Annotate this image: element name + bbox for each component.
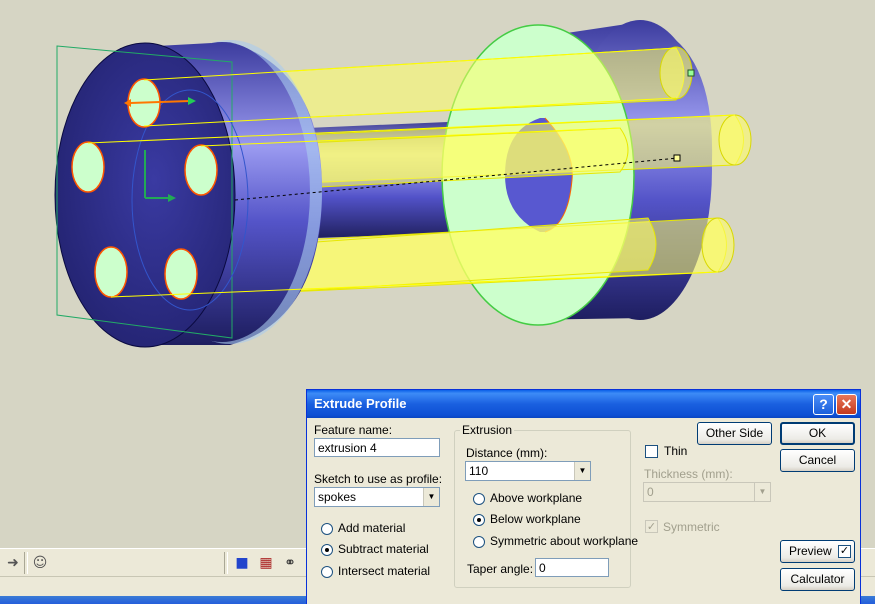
subtract-material-radio[interactable] xyxy=(321,544,333,556)
taper-angle-label: Taper angle: xyxy=(467,562,534,576)
help-button[interactable]: ? xyxy=(813,394,834,415)
smiley-icon[interactable]: ☺ xyxy=(30,553,50,573)
thickness-label: Thickness (mm): xyxy=(644,467,733,481)
dialog-titlebar[interactable]: Extrude Profile ? ✕ xyxy=(307,390,860,418)
chevron-down-icon[interactable]: ▼ xyxy=(574,462,590,480)
distance-label: Distance (mm): xyxy=(466,446,548,460)
preview-button[interactable]: Preview ✓ xyxy=(780,540,855,563)
thin-label[interactable]: Thin xyxy=(664,444,687,458)
extrude-icon[interactable]: ▦ xyxy=(256,553,276,573)
box-view-icon[interactable]: ■ xyxy=(232,553,252,573)
below-workplane-radio[interactable] xyxy=(473,514,485,526)
thickness-select-value: 0 xyxy=(647,485,654,499)
chevron-down-icon: ▼ xyxy=(754,483,770,501)
bike-icon[interactable]: ⚭ xyxy=(280,553,300,573)
extrude-profile-dialog: Extrude Profile ? ✕ Feature name: extrus… xyxy=(306,389,861,604)
feature-name-label: Feature name: xyxy=(314,423,393,437)
sketch-select-value: spokes xyxy=(318,490,357,504)
intersect-material-radio[interactable] xyxy=(321,566,333,578)
ok-button[interactable]: OK xyxy=(780,422,855,445)
distance-select-value: 110 xyxy=(469,464,489,478)
calculator-button[interactable]: Calculator xyxy=(780,568,855,591)
symmetric-workplane-label[interactable]: Symmetric about workplane xyxy=(490,534,638,548)
preview-checkbox[interactable]: ✓ xyxy=(838,545,851,558)
toolbar-separator xyxy=(24,552,28,574)
sketch-select[interactable]: spokes ▼ xyxy=(314,487,440,507)
intersect-material-label[interactable]: Intersect material xyxy=(338,564,430,578)
extrusion-group-title: Extrusion xyxy=(460,423,515,437)
distance-select[interactable]: 110 ▼ xyxy=(465,461,591,481)
taper-angle-input[interactable]: 0 xyxy=(535,558,609,577)
preview-label: Preview xyxy=(789,544,832,558)
symmetric-workplane-radio[interactable] xyxy=(473,536,485,548)
symmetric-checkbox[interactable]: ✓ xyxy=(645,520,658,533)
add-material-label[interactable]: Add material xyxy=(338,521,405,535)
thin-checkbox[interactable] xyxy=(645,445,658,458)
chevron-down-icon[interactable]: ▼ xyxy=(423,488,439,506)
thickness-select[interactable]: 0 ▼ xyxy=(643,482,771,502)
symmetric-label: Symmetric xyxy=(663,520,720,534)
other-side-button[interactable]: Other Side xyxy=(697,422,772,445)
cancel-button[interactable]: Cancel xyxy=(780,449,855,472)
add-material-radio[interactable] xyxy=(321,523,333,535)
above-workplane-label[interactable]: Above workplane xyxy=(490,491,582,505)
below-workplane-label[interactable]: Below workplane xyxy=(490,512,581,526)
close-button[interactable]: ✕ xyxy=(836,394,857,415)
dialog-title: Extrude Profile xyxy=(314,396,407,411)
above-workplane-radio[interactable] xyxy=(473,493,485,505)
toolbar-separator xyxy=(224,552,228,574)
arrow-right-icon[interactable]: ➜ xyxy=(3,553,23,573)
subtract-material-label[interactable]: Subtract material xyxy=(338,542,429,556)
sketch-label: Sketch to use as profile: xyxy=(314,472,443,486)
feature-name-input[interactable]: extrusion 4 xyxy=(314,438,440,457)
